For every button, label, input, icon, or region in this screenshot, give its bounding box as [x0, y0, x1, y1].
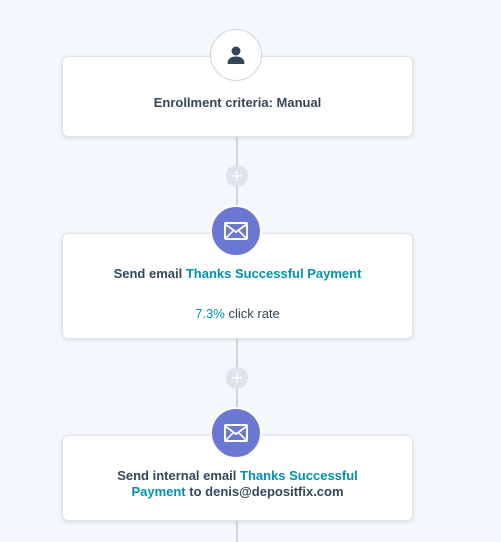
envelope-icon [224, 424, 248, 442]
email-name-link[interactable]: Thanks Successful Payment [186, 266, 362, 281]
email-icon-circle [210, 205, 262, 257]
add-action-button[interactable]: + [226, 165, 248, 187]
recipient-email: denis@depositfix.com [205, 484, 344, 499]
enrollment-criteria-label: Enrollment criteria: Manual [153, 95, 322, 110]
trigger-icon-circle [210, 29, 262, 81]
envelope-icon [224, 222, 248, 240]
workflow-connector [236, 521, 238, 542]
person-icon [227, 46, 245, 64]
click-rate-value: 7.3% [195, 306, 225, 321]
action-type-text: Send email [113, 266, 183, 281]
send-internal-email-line2: Payment to denis@depositfix.com [63, 484, 412, 499]
click-rate-label: click rate [228, 306, 280, 321]
email-name-link-continued[interactable]: Payment [131, 484, 185, 499]
add-action-button[interactable]: + [226, 367, 248, 389]
click-rate-stat: 7.3% click rate [63, 306, 412, 321]
email-name-link[interactable]: Thanks Successful [240, 468, 358, 483]
to-text: to [189, 484, 202, 499]
email-icon-circle [210, 407, 262, 459]
action-type-text: Send internal email [117, 468, 237, 483]
send-email-label: Send email Thanks Successful Payment [63, 266, 412, 281]
send-internal-email-line1: Send internal email Thanks Successful [63, 468, 412, 483]
